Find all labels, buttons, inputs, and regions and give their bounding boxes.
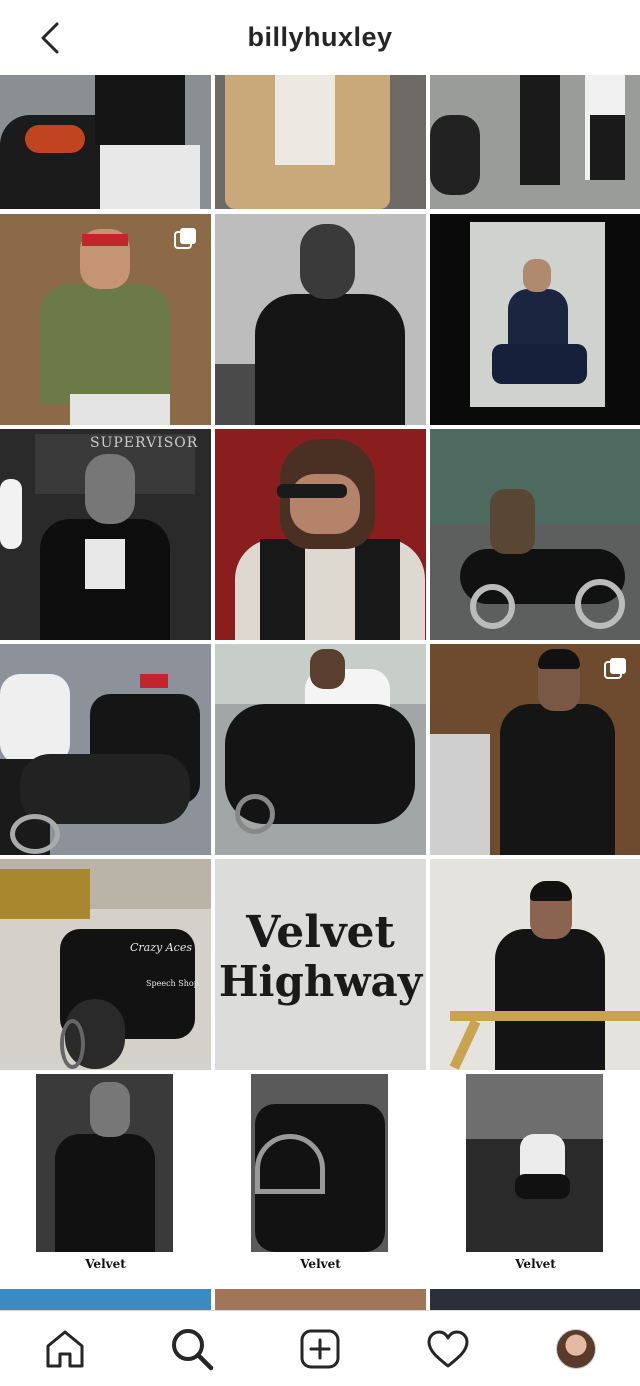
post-thumbnail[interactable]	[215, 1289, 426, 1310]
multiple-photos-icon	[604, 658, 626, 679]
supervisor-sign-text: SUPERVISOR	[90, 435, 199, 451]
nav-activity[interactable]	[426, 1327, 470, 1371]
bottom-navigation	[0, 1310, 640, 1386]
post-thumbnail[interactable]	[0, 75, 211, 209]
username-title: billyhuxley	[247, 22, 393, 52]
post-thumbnail[interactable]	[430, 429, 640, 640]
post-thumbnail[interactable]	[0, 644, 211, 855]
back-button[interactable]	[30, 18, 70, 58]
poster-caption: Velvet	[300, 1257, 341, 1271]
nav-new-post[interactable]	[298, 1327, 342, 1371]
post-thumbnail[interactable]	[215, 214, 426, 425]
post-thumbnail[interactable]: Velvet	[430, 1074, 640, 1285]
multiple-photos-icon	[174, 228, 196, 249]
velvet-poster-line1: Velvet	[246, 907, 395, 958]
post-thumbnail[interactable]	[0, 214, 211, 425]
post-thumbnail[interactable]: Velvet Highway	[215, 859, 426, 1070]
poster-caption: Velvet	[85, 1257, 126, 1271]
velvet-poster-line2: Highway	[218, 957, 423, 1006]
nav-search[interactable]	[170, 1327, 214, 1371]
post-thumbnail[interactable]	[215, 75, 426, 209]
post-thumbnail[interactable]	[430, 75, 640, 209]
post-thumbnail[interactable]	[0, 1289, 211, 1310]
post-thumbnail[interactable]: Crazy Aces Speech Shop	[0, 859, 211, 1070]
post-thumbnail[interactable]: SUPERVISOR	[0, 429, 211, 640]
poster-caption: Velvet	[515, 1257, 556, 1271]
post-thumbnail[interactable]: Velvet	[0, 1074, 211, 1285]
post-thumbnail[interactable]	[215, 429, 426, 640]
heart-icon	[427, 1330, 469, 1368]
nav-home[interactable]	[43, 1327, 87, 1371]
post-thumbnail[interactable]	[430, 1289, 640, 1310]
post-thumbnail[interactable]	[430, 214, 640, 425]
chevron-left-icon	[41, 22, 59, 54]
nav-profile[interactable]	[554, 1327, 598, 1371]
post-thumbnail[interactable]	[430, 859, 640, 1070]
profile-avatar	[556, 1329, 596, 1369]
profile-header: billyhuxley	[0, 0, 640, 75]
post-thumbnail[interactable]	[430, 644, 640, 855]
jacket-subtext: Speech Shop	[146, 979, 199, 988]
jacket-text: Crazy Aces	[130, 941, 192, 954]
search-icon	[172, 1329, 214, 1371]
post-thumbnail[interactable]	[215, 644, 426, 855]
posts-grid: SUPERVISOR Crazy Aces Speech Shop Velvet…	[0, 75, 640, 1310]
home-icon	[46, 1330, 84, 1368]
post-thumbnail[interactable]: Velvet	[215, 1074, 426, 1285]
new-post-icon	[300, 1329, 340, 1369]
